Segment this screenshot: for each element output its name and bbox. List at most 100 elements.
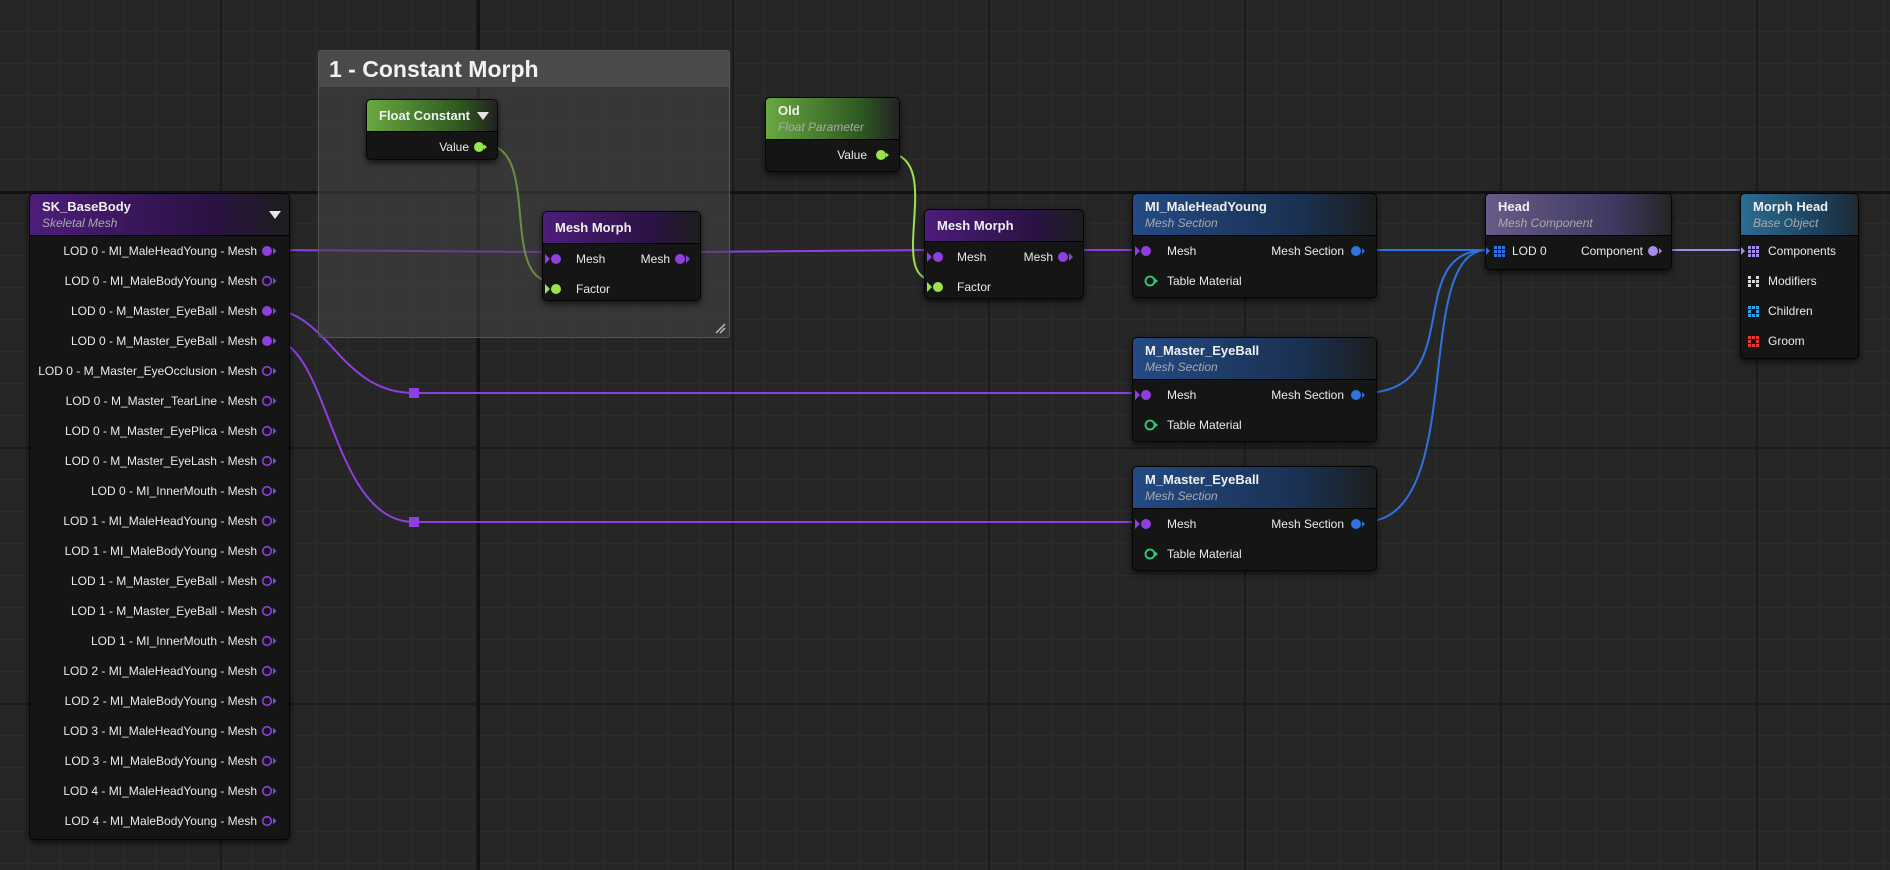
float-parameter-node[interactable]: Old Float Parameter Value <box>765 97 900 172</box>
mesh-morph-node[interactable]: Mesh Morph Mesh Mesh Factor <box>924 209 1084 299</box>
reroute-node[interactable] <box>409 517 419 527</box>
mesh-output-pin[interactable] <box>261 485 277 497</box>
mesh-section-node[interactable]: M_Master_EyeBall Mesh Section Mesh Mesh … <box>1132 466 1377 571</box>
skeletal-pin-row: LOD 2 - MI_MaleBodyYoung - Mesh <box>30 686 289 716</box>
mesh-input-pin[interactable] <box>1135 518 1153 530</box>
modifiers-label: Modifiers <box>1768 274 1817 288</box>
mesh-section-output-pin[interactable] <box>1350 389 1366 401</box>
skeletal-mesh-node[interactable]: SK_BaseBody Skeletal Mesh LOD 0 - MI_Mal… <box>29 193 290 840</box>
node-title: SK_BaseBody <box>42 199 131 214</box>
mesh-output-pin[interactable] <box>261 305 277 317</box>
mesh-output-pin[interactable] <box>261 545 277 557</box>
skeletal-pin-label: LOD 3 - MI_MaleBodyYoung - Mesh <box>64 754 257 768</box>
node-header[interactable]: Morph Head Base Object <box>1741 194 1858 236</box>
float-constant-node[interactable]: Float Constant Value <box>366 99 498 160</box>
mesh-input-label: Mesh <box>1167 244 1197 258</box>
resize-handle-icon[interactable] <box>714 322 726 334</box>
groom-label: Groom <box>1768 334 1805 348</box>
mesh-output-pin[interactable] <box>261 365 277 377</box>
mesh-section-node[interactable]: MI_MaleHeadYoung Mesh Section Mesh Mesh … <box>1132 193 1377 298</box>
skeletal-pin-row: LOD 1 - MI_MaleBodyYoung - Mesh <box>30 536 289 566</box>
skeletal-pin-row: LOD 3 - MI_MaleBodyYoung - Mesh <box>30 746 289 776</box>
mesh-output-pin[interactable] <box>261 815 277 827</box>
node-header[interactable]: M_Master_EyeBall Mesh Section <box>1133 467 1376 509</box>
skeletal-pin-label: LOD 1 - M_Master_EyeBall - Mesh <box>70 574 257 588</box>
mesh-output-pin[interactable] <box>261 395 277 407</box>
factor-input-pin[interactable] <box>927 281 945 293</box>
mesh-section-output-label: Mesh Section <box>1271 388 1344 402</box>
mesh-output-pin[interactable] <box>261 515 277 527</box>
skeletal-pin-label: LOD 0 - M_Master_EyeBall - Mesh <box>70 334 257 348</box>
mesh-output-pin[interactable] <box>261 575 277 587</box>
factor-input-pin[interactable] <box>545 283 563 295</box>
mesh-input-pin[interactable] <box>1135 389 1153 401</box>
float-output-pin[interactable] <box>875 149 889 161</box>
mesh-output-pin[interactable] <box>261 755 277 767</box>
component-output-label: Component <box>1580 244 1643 258</box>
mesh-input-pin[interactable] <box>1135 245 1153 257</box>
skeletal-pin-label: LOD 0 - M_Master_EyeOcclusion - Mesh <box>38 364 257 378</box>
mesh-output-pin[interactable] <box>261 275 277 287</box>
skeletal-pin-row: LOD 0 - M_Master_EyeOcclusion - Mesh <box>30 356 289 386</box>
mesh-output-pin[interactable] <box>1057 251 1073 263</box>
skeletal-pin-row: LOD 1 - MI_InnerMouth - Mesh <box>30 626 289 656</box>
mesh-output-pin[interactable] <box>261 785 277 797</box>
mesh-input-pin[interactable] <box>545 253 563 265</box>
skeletal-pin-label: LOD 1 - MI_MaleHeadYoung - Mesh <box>63 514 257 528</box>
mesh-output-pin[interactable] <box>261 665 277 677</box>
material-input-pin[interactable] <box>1144 419 1160 431</box>
mesh-output-pin[interactable] <box>261 245 277 257</box>
mesh-section-output-pin[interactable] <box>1350 245 1366 257</box>
mesh-output-pin[interactable] <box>261 425 277 437</box>
mesh-output-pin[interactable] <box>261 335 277 347</box>
lod-array-input-pin[interactable] <box>1486 245 1508 257</box>
children-array-pin[interactable] <box>1741 305 1761 317</box>
node-title: Old <box>778 103 800 118</box>
mesh-output-pin[interactable] <box>261 635 277 647</box>
node-header[interactable]: SK_BaseBody Skeletal Mesh <box>30 194 289 236</box>
mesh-output-pin[interactable] <box>261 455 277 467</box>
base-object-node[interactable]: Morph Head Base Object Components Modifi… <box>1740 193 1859 359</box>
node-title: Head <box>1498 199 1530 214</box>
skeletal-pin-row: LOD 0 - M_Master_EyePlica - Mesh <box>30 416 289 446</box>
mesh-output-label: Mesh <box>1023 250 1053 264</box>
node-header[interactable]: Old Float Parameter <box>766 98 899 140</box>
mesh-output-pin[interactable] <box>261 605 277 617</box>
mesh-section-output-label: Mesh Section <box>1271 244 1344 258</box>
node-subtitle: Float Parameter <box>778 120 865 134</box>
mesh-input-pin[interactable] <box>927 251 945 263</box>
skeletal-pin-label: LOD 0 - M_Master_TearLine - Mesh <box>65 394 257 408</box>
skeletal-pin-label: LOD 0 - MI_MaleBodyYoung - Mesh <box>64 274 257 288</box>
material-input-pin[interactable] <box>1144 275 1160 287</box>
node-header[interactable]: Mesh Morph <box>543 212 700 244</box>
comment-title[interactable]: 1 - Constant Morph <box>319 51 729 87</box>
mesh-output-pin[interactable] <box>261 695 277 707</box>
components-array-pin[interactable] <box>1741 245 1761 257</box>
groom-array-pin[interactable] <box>1741 335 1761 347</box>
modifiers-array-pin[interactable] <box>1741 275 1761 287</box>
node-header[interactable]: M_Master_EyeBall Mesh Section <box>1133 338 1376 380</box>
mesh-section-node[interactable]: M_Master_EyeBall Mesh Section Mesh Mesh … <box>1132 337 1377 442</box>
component-output-pin[interactable] <box>1647 245 1663 257</box>
node-title: M_Master_EyeBall <box>1145 472 1260 487</box>
mesh-output-pin[interactable] <box>674 253 690 265</box>
node-header[interactable]: Mesh Morph <box>925 210 1083 242</box>
mesh-component-node[interactable]: Head Mesh Component LOD 0 Component <box>1485 193 1672 270</box>
node-title: Mesh Morph <box>937 217 1014 233</box>
reroute-node[interactable] <box>409 388 419 398</box>
skeletal-pin-row: LOD 0 - MI_MaleHeadYoung - Mesh <box>30 236 289 266</box>
node-title: MI_MaleHeadYoung <box>1145 199 1267 214</box>
mesh-output-pin[interactable] <box>261 725 277 737</box>
node-header[interactable]: Float Constant <box>367 100 497 132</box>
node-header[interactable]: MI_MaleHeadYoung Mesh Section <box>1133 194 1376 236</box>
material-input-pin[interactable] <box>1144 548 1160 560</box>
mesh-section-wire <box>1362 249 1488 523</box>
chevron-down-icon[interactable] <box>477 111 489 120</box>
mesh-morph-node[interactable]: Mesh Morph Mesh Mesh Factor <box>542 211 701 301</box>
value-label: Value <box>837 148 867 162</box>
float-output-pin[interactable] <box>473 141 487 153</box>
mesh-section-output-pin[interactable] <box>1350 518 1366 530</box>
skeletal-pin-row: LOD 0 - M_Master_EyeBall - Mesh <box>30 326 289 356</box>
node-header[interactable]: Head Mesh Component <box>1486 194 1671 236</box>
chevron-down-icon[interactable] <box>269 210 281 219</box>
